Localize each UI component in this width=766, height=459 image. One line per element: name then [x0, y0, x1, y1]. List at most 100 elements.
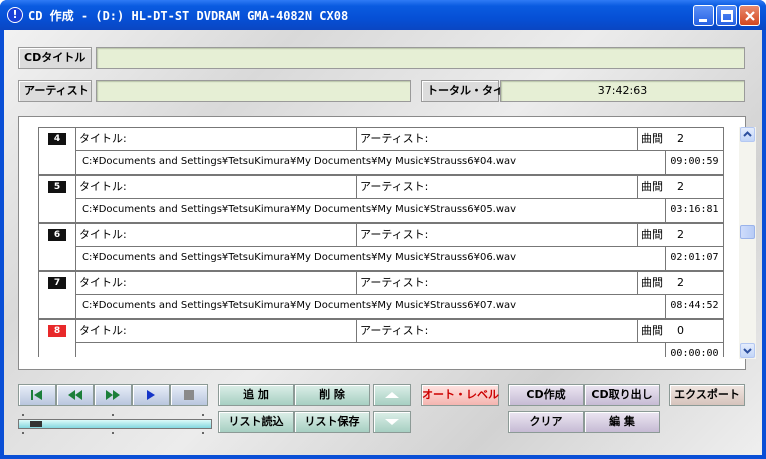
cd-title-label: CDタイトル: [18, 47, 92, 69]
fast-forward-icon: [106, 390, 120, 400]
title-bar[interactable]: ! CD 作成 - (D:) HL-DT-ST DVDRAM GMA-4082N…: [0, 0, 766, 30]
track-path: C:¥Documents and Settings¥TetsuKimura¥My…: [76, 198, 666, 223]
track-title-field[interactable]: タイトル:: [76, 175, 357, 199]
clear-button[interactable]: クリア: [508, 411, 584, 433]
track-path: C:¥Documents and Settings¥TetsuKimura¥My…: [76, 150, 666, 175]
track-title-label: タイトル:: [79, 276, 127, 289]
track-artist-label: アーティスト:: [360, 180, 429, 193]
save-list-button[interactable]: リスト保存: [294, 411, 370, 433]
track-number-cell: 7: [38, 271, 76, 319]
scroll-thumb[interactable]: [740, 225, 755, 239]
track-gap-value: 2: [677, 180, 684, 193]
track-row[interactable]: 6 タイトル: アーティスト: 曲間 2 C:¥Documents and Set…: [38, 223, 724, 271]
track-artist-label: アーティスト:: [360, 324, 429, 337]
slider-tick: [112, 432, 114, 434]
skip-to-start-icon: [31, 390, 42, 400]
track-path: C:¥Documents and Settings¥TetsuKimura¥My…: [76, 246, 666, 271]
close-icon: [745, 11, 755, 21]
create-cd-button[interactable]: CD作成: [508, 384, 584, 406]
track-gap-label: 曲間: [641, 228, 663, 241]
track-artist-label: アーティスト:: [360, 276, 429, 289]
maximize-button[interactable]: [716, 5, 737, 26]
track-number-cell: 6: [38, 223, 76, 271]
play-button[interactable]: [132, 384, 170, 406]
triangle-down-icon: [385, 419, 399, 425]
track-gap-field[interactable]: 曲間 0: [638, 319, 724, 343]
level-slider[interactable]: [18, 419, 212, 429]
track-number: 8: [48, 325, 66, 337]
move-down-button[interactable]: [373, 411, 411, 433]
track-number: 5: [48, 181, 66, 193]
track-gap-field[interactable]: 曲間 2: [638, 223, 724, 247]
stop-button[interactable]: [170, 384, 208, 406]
load-list-button[interactable]: リスト読込: [218, 411, 294, 433]
track-time: 00:00:00: [666, 342, 724, 357]
close-button[interactable]: [739, 5, 760, 26]
track-gap-value: 0: [677, 324, 684, 337]
artist-field[interactable]: [96, 80, 411, 102]
rewind-button[interactable]: [56, 384, 94, 406]
eject-cd-button[interactable]: CD取り出し: [584, 384, 660, 406]
track-artist-field[interactable]: アーティスト:: [357, 223, 638, 247]
level-slider-thumb[interactable]: [29, 421, 42, 427]
track-gap-field[interactable]: 曲間 2: [638, 271, 724, 295]
track-row[interactable]: 4 タイトル: アーティスト: 曲間 2 C:¥Documents and Set…: [38, 127, 724, 175]
play-icon: [147, 390, 155, 400]
total-time-value: 37:42:63: [500, 80, 745, 102]
track-artist-label: アーティスト:: [360, 132, 429, 145]
track-gap-label: 曲間: [641, 276, 663, 289]
window-title: CD 作成 - (D:) HL-DT-ST DVDRAM GMA-4082N C…: [28, 9, 349, 23]
export-button[interactable]: エクスポート: [669, 384, 745, 406]
rewind-icon: [68, 390, 82, 400]
edit-button[interactable]: 編 集: [584, 411, 660, 433]
track-title-field[interactable]: タイトル:: [76, 319, 357, 343]
minimize-icon: [699, 19, 707, 22]
move-up-button[interactable]: [373, 384, 411, 406]
track-artist-field[interactable]: アーティスト:: [357, 175, 638, 199]
add-button[interactable]: 追 加: [218, 384, 294, 406]
track-path: [76, 342, 666, 357]
cd-title-field[interactable]: [96, 47, 745, 69]
track-title-field[interactable]: タイトル:: [76, 223, 357, 247]
auto-level-button[interactable]: オート・レベル: [421, 384, 499, 406]
track-gap-field[interactable]: 曲間 2: [638, 127, 724, 151]
skip-to-start-button[interactable]: [18, 384, 56, 406]
minimize-button[interactable]: [693, 5, 714, 26]
track-artist-field[interactable]: アーティスト:: [357, 271, 638, 295]
app-window: ! CD 作成 - (D:) HL-DT-ST DVDRAM GMA-4082N…: [0, 0, 766, 459]
track-title-field[interactable]: タイトル:: [76, 127, 357, 151]
track-gap-label: 曲間: [641, 324, 663, 337]
track-title-label: タイトル:: [79, 228, 127, 241]
track-time: 08:44:52: [666, 294, 724, 319]
track-row[interactable]: 7 タイトル: アーティスト: 曲間 2 C:¥Documents and Set…: [38, 271, 724, 319]
track-title-field[interactable]: タイトル:: [76, 271, 357, 295]
track-number-cell: 8: [38, 319, 76, 357]
track-list-scrollbar[interactable]: [739, 127, 756, 359]
fast-forward-button[interactable]: [94, 384, 132, 406]
scroll-up-button[interactable]: [740, 127, 755, 142]
track-title-label: タイトル:: [79, 324, 127, 337]
slider-tick: [112, 414, 114, 416]
track-list[interactable]: 4 タイトル: アーティスト: 曲間 2 C:¥Documents and Set…: [18, 116, 756, 370]
track-gap-value: 2: [677, 276, 684, 289]
track-number: 7: [48, 277, 66, 289]
track-artist-field[interactable]: アーティスト:: [357, 127, 638, 151]
track-time: 02:01:07: [666, 246, 724, 271]
track-gap-label: 曲間: [641, 180, 663, 193]
track-row[interactable]: 8 タイトル: アーティスト: 曲間 0 00:00:00: [38, 319, 724, 357]
chevron-up-icon: [743, 131, 752, 137]
track-gap-field[interactable]: 曲間 2: [638, 175, 724, 199]
track-artist-field[interactable]: アーティスト:: [357, 319, 638, 343]
track-gap-value: 2: [677, 132, 684, 145]
alert-icon: !: [7, 7, 23, 23]
total-time-label: トータル・タイム: [421, 80, 515, 102]
artist-label: アーティスト: [18, 80, 92, 102]
track-time: 09:00:59: [666, 150, 724, 175]
delete-button[interactable]: 削 除: [294, 384, 370, 406]
slider-tick: [202, 432, 204, 434]
scroll-down-button[interactable]: [740, 343, 755, 358]
track-row[interactable]: 5 タイトル: アーティスト: 曲間 2 C:¥Documents and Set…: [38, 175, 724, 223]
maximize-icon: [721, 10, 733, 22]
track-time: 03:16:81: [666, 198, 724, 223]
track-title-label: タイトル:: [79, 132, 127, 145]
